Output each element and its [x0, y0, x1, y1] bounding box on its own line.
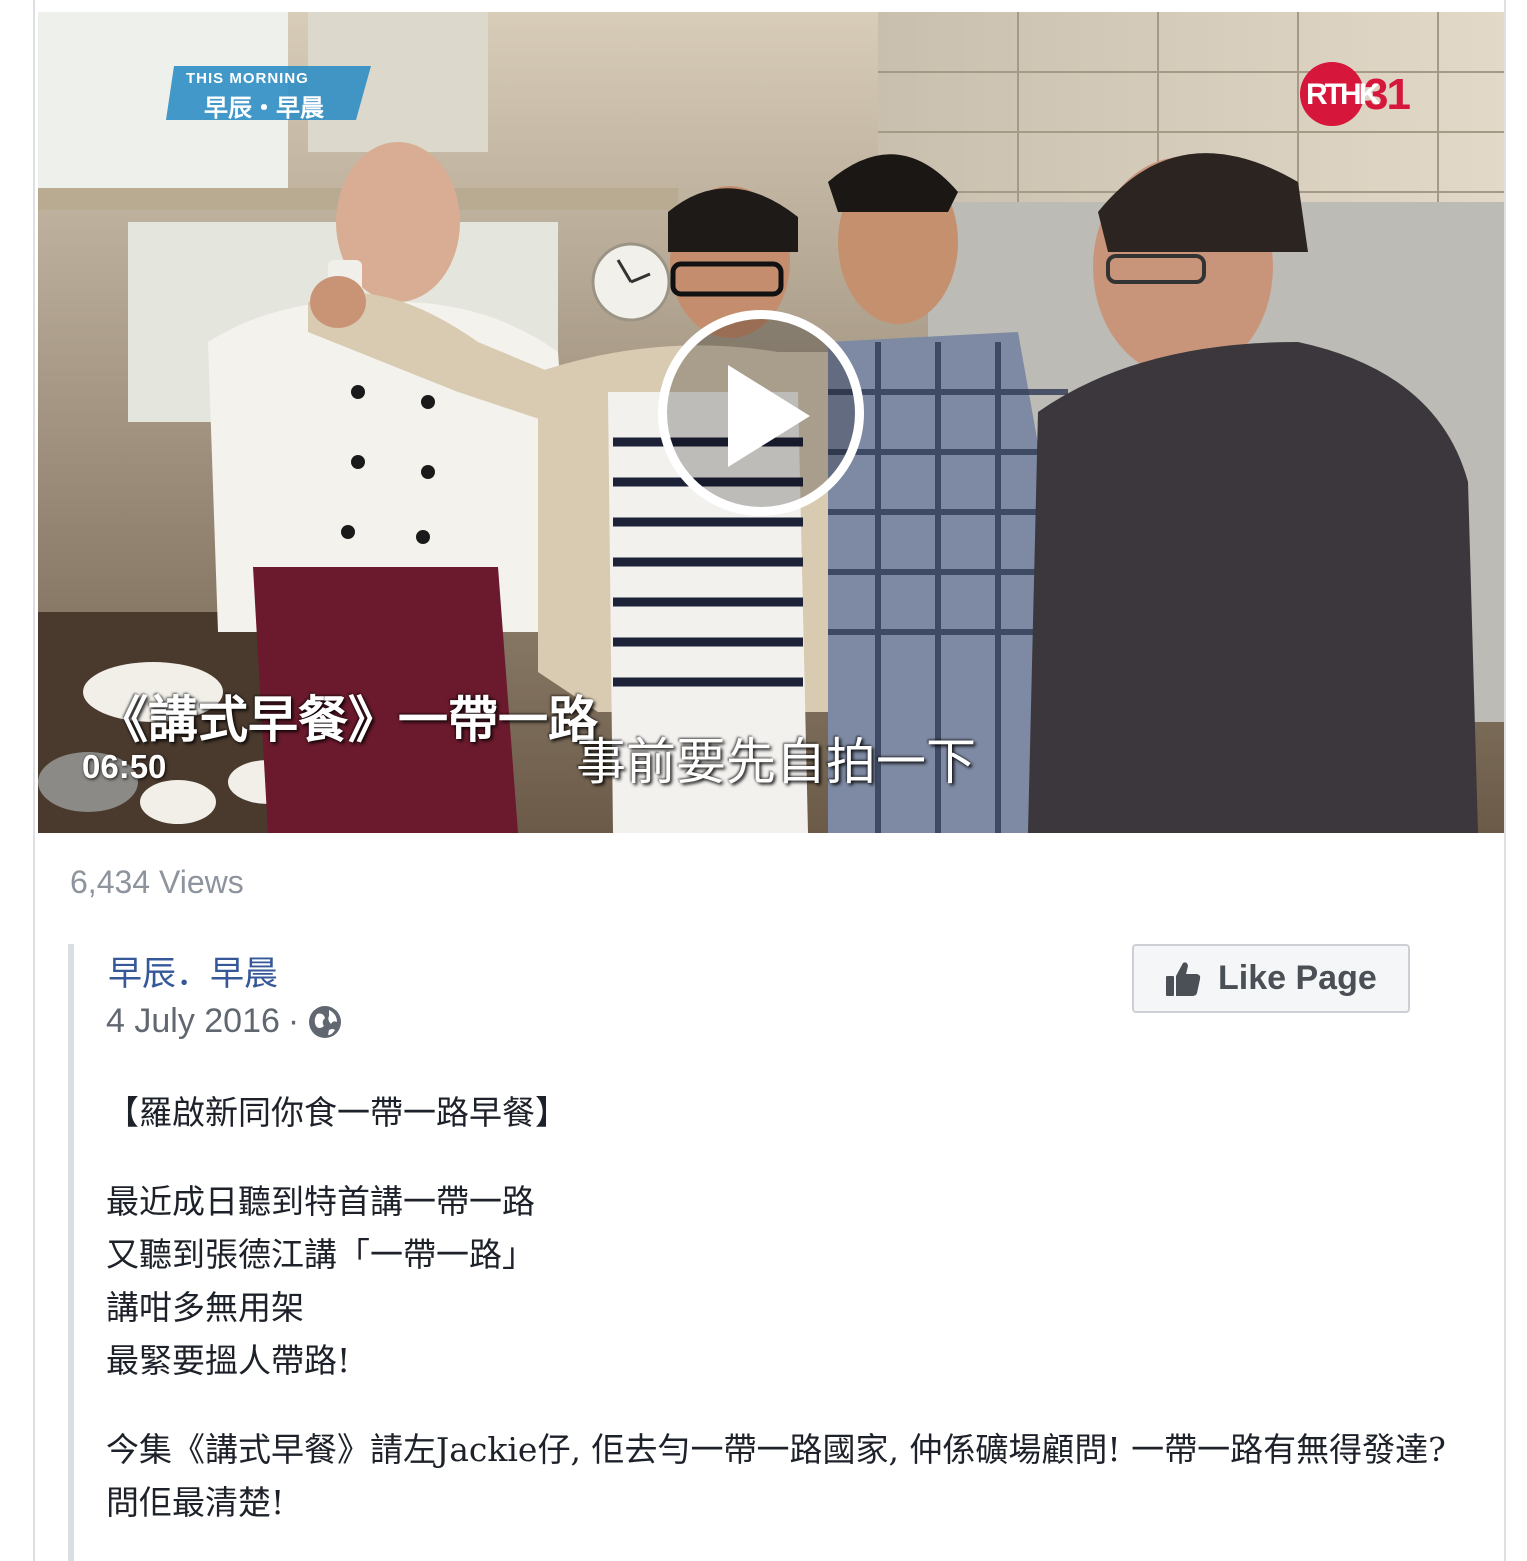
page-name-link[interactable]: 早辰．早晨	[108, 946, 278, 995]
logo-english-text: THIS MORNING	[186, 70, 309, 87]
post-paragraph-heading: 【羅啟新同你食一帶一路早餐】	[106, 1093, 568, 1132]
play-button[interactable]	[658, 310, 864, 516]
thumbs-up-icon	[1166, 961, 1201, 996]
this-morning-logo: THIS MORNING 早辰・早晨	[166, 64, 371, 122]
post-date[interactable]: 4 July 2016	[106, 1002, 280, 1041]
like-page-label: Like Page	[1218, 959, 1377, 997]
channel-number: 31	[1364, 70, 1411, 119]
video-duration: 06:50	[82, 748, 167, 785]
view-count: 6,434 Views	[70, 864, 244, 900]
globe-icon	[309, 1005, 342, 1038]
video-caption-title: 《講式早餐》一帶一路	[98, 690, 598, 749]
video-subtitle: 事前要先自拍一下	[576, 733, 976, 791]
post-paragraph-intro: 最近成日聽到特首講一帶一路 又聽到張德江講「一帶一路」 講咁多無用架 最緊要搵人…	[106, 1182, 535, 1380]
post-meta: 4 July 2016 ·	[106, 1002, 343, 1041]
rthk31-logo: RTHK 31	[1300, 60, 1420, 130]
play-icon	[728, 365, 810, 467]
quote-bar	[68, 944, 74, 1561]
logo-chinese-text: 早辰・早晨	[204, 94, 324, 122]
post-body: 【羅啟新同你食一帶一路早餐】 最近成日聽到特首講一帶一路 又聽到張德江講「一帶一…	[106, 1086, 1466, 1529]
video-player[interactable]: THIS MORNING 早辰・早晨 RTHK 31 《講式早餐》一帶一路 事前…	[38, 12, 1504, 833]
meta-separator: ·	[287, 1002, 300, 1040]
like-page-button[interactable]: Like Page	[1132, 944, 1410, 1013]
post-paragraph-episode: 今集《講式早餐》請左Jackie仔, 佢去勻一帶一路國家, 仲係礦場顧問! 一帶…	[106, 1430, 1446, 1522]
